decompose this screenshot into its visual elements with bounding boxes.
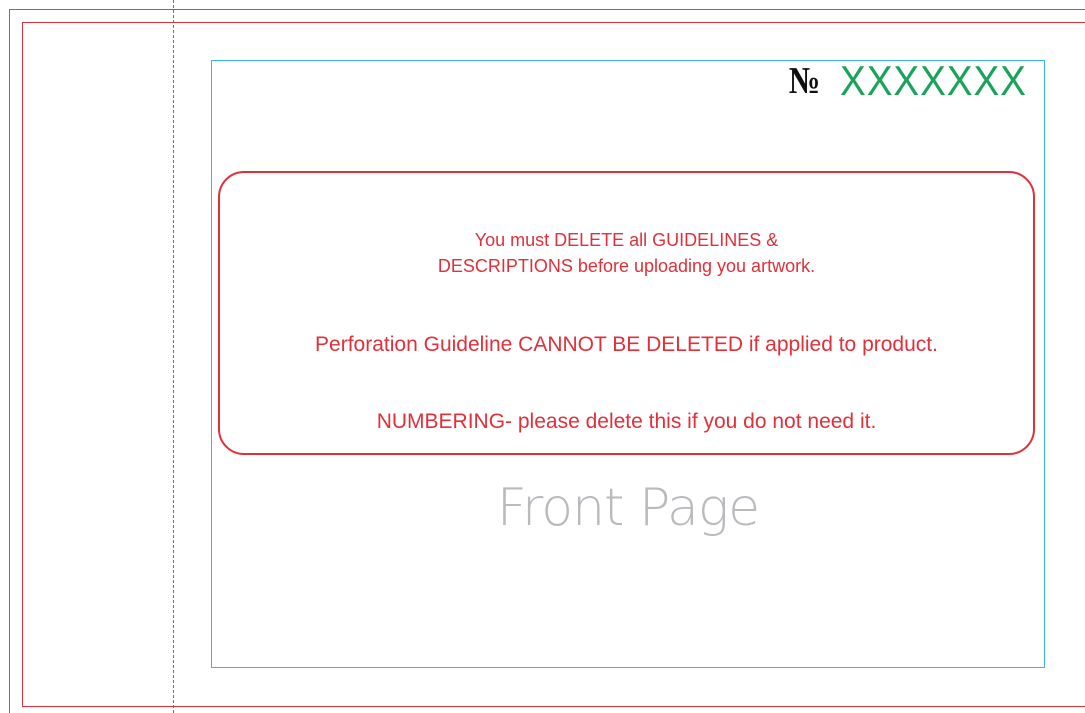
notice-delete-guidelines-line-2: DESCRIPTIONS before uploading you artwor…	[437, 256, 816, 276]
notice-numbering: NUMBERING- please delete this if you do …	[376, 410, 877, 433]
front-page-label: Front Page	[496, 478, 760, 538]
guideline-notice-box: You must DELETE all GUIDELINES & DESCRIP…	[218, 171, 1035, 455]
notice-delete-guidelines-line-1: You must DELETE all GUIDELINES &	[474, 230, 779, 250]
ticket-numbering: № XXXXXXX	[782, 57, 1043, 104]
numero-sign: №	[788, 60, 820, 102]
notice-perforation: Perforation Guideline CANNOT BE DELETED …	[315, 333, 938, 356]
ticket-number: XXXXXXX	[839, 57, 1027, 104]
perforation-guideline	[173, 0, 174, 713]
